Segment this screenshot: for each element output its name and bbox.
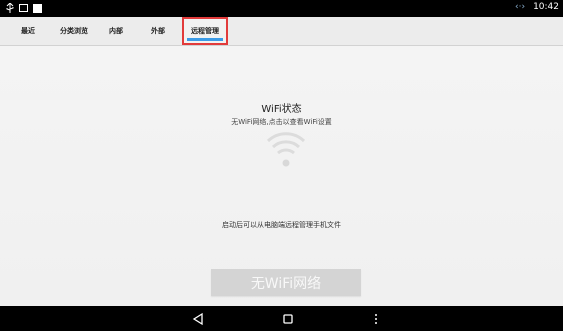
navigation-bar bbox=[0, 306, 563, 331]
tab-label: 外部 bbox=[151, 27, 165, 35]
tab-label: 内部 bbox=[109, 27, 123, 35]
tab-bar: 最近 分类浏览 内部 外部 远程管理 bbox=[0, 17, 563, 46]
status-bar: ‹·› 10:42 bbox=[0, 0, 563, 17]
tab-label: 远程管理 bbox=[191, 27, 219, 35]
wifi-status-title: WiFi状态 bbox=[261, 104, 302, 115]
no-wifi-button[interactable]: 无WiFi网络 bbox=[211, 269, 361, 296]
wifi-status-link[interactable]: 无WiFi网络,点击以查看WiFi设置 bbox=[0, 117, 563, 127]
tab-external[interactable]: 外部 bbox=[146, 17, 170, 45]
status-icons-left bbox=[6, 3, 42, 13]
notification-icon bbox=[33, 3, 42, 13]
usb-icon bbox=[6, 3, 14, 13]
tab-recent[interactable]: 最近 bbox=[16, 17, 40, 45]
tab-label: 最近 bbox=[21, 27, 35, 35]
tab-category-browse[interactable]: 分类浏览 bbox=[56, 17, 92, 45]
sync-icon: ‹·› bbox=[515, 2, 526, 12]
photo-icon bbox=[19, 4, 28, 12]
wifi-icon[interactable] bbox=[265, 127, 307, 169]
tab-internal[interactable]: 内部 bbox=[104, 17, 128, 45]
tab-label: 分类浏览 bbox=[60, 27, 88, 35]
menu-icon[interactable] bbox=[369, 312, 383, 326]
clock: 10:42 bbox=[533, 2, 559, 12]
main-content: WiFi状态 无WiFi网络,点击以查看WiFi设置 启动后可以从电脑端远程管理… bbox=[0, 46, 563, 306]
active-tab-indicator bbox=[187, 38, 223, 41]
tab-remote-management[interactable]: 远程管理 bbox=[182, 17, 228, 45]
back-icon[interactable] bbox=[191, 312, 205, 326]
remote-management-hint: 启动后可以从电脑端远程管理手机文件 bbox=[222, 221, 341, 229]
status-icons-right: ‹·› 10:42 bbox=[515, 2, 559, 12]
home-icon[interactable] bbox=[281, 312, 295, 326]
